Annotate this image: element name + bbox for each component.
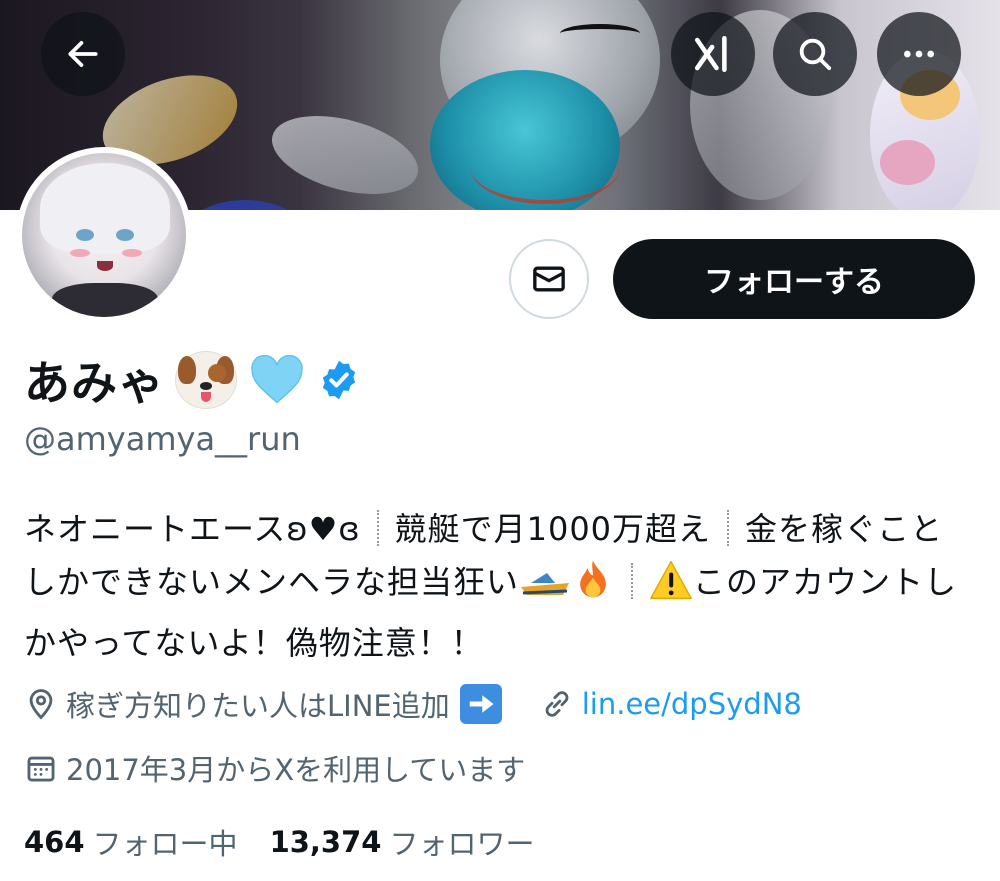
calendar-icon (27, 756, 55, 782)
followers-label: フォロワー (389, 827, 535, 861)
envelope-icon (533, 266, 565, 292)
bio-separator (376, 510, 379, 546)
speedboat-emoji (519, 561, 571, 617)
followers-count: 13,374 (269, 825, 382, 859)
message-button[interactable] (509, 239, 589, 319)
search-icon (799, 38, 832, 71)
link-icon (545, 691, 569, 717)
bio-separator (727, 510, 730, 546)
grok-icon (694, 35, 727, 73)
bio-text: 競艇で月1000万超え (394, 510, 712, 548)
arrow-left-icon (68, 41, 98, 67)
following-count: 464 (24, 825, 85, 859)
fire-emoji (571, 557, 615, 617)
dog-face-emoji (175, 351, 237, 409)
grok-button[interactable] (671, 12, 755, 96)
search-button[interactable] (773, 12, 857, 96)
joined-item: 2017年3月からXを利用しています (24, 747, 525, 789)
joined-text: 2017年3月からXを利用しています (66, 753, 526, 787)
warning-emoji (649, 559, 693, 617)
light-blue-heart-emoji (247, 352, 307, 408)
location-item: 稼ぎ方知りたい人はLINE追加 (24, 683, 502, 725)
profile-bio: ネオニートエースʚ♥ɞ 競艇で月1000万超え 金を稼ぐことしかできないメンヘラな担… (24, 503, 964, 670)
website-item[interactable]: lin.ee/dpSydN8 (540, 687, 802, 721)
following-label: フォロー中 (92, 827, 238, 861)
website-link[interactable]: lin.ee/dpSydN8 (582, 687, 802, 721)
more-horizontal-icon (904, 50, 934, 58)
verified-badge-icon[interactable] (317, 358, 361, 402)
profile-meta-joined: 2017年3月からXを利用しています (24, 748, 525, 788)
bio-text: ネオニートエースʚ♥ɞ (24, 510, 361, 548)
location-pin-icon (29, 689, 53, 720)
profile-meta-location: 稼ぎ方知りたい人はLINE追加 lin.ee/dpSydN8 (24, 684, 802, 724)
following-stat[interactable]: 464 フォロー中 (24, 821, 238, 863)
bio-text: 金を稼 (745, 510, 845, 548)
display-name: あみゃ (24, 356, 165, 410)
follow-stats: 464 フォロー中 13,374 フォロワー (24, 822, 567, 862)
profile-avatar[interactable] (16, 147, 192, 323)
location-text: 稼ぎ方知りたい人はLINE追加 (66, 689, 450, 723)
profile-handle: @amyamya__run (24, 420, 301, 458)
more-button[interactable] (877, 12, 961, 96)
back-button[interactable] (41, 12, 125, 96)
follow-button[interactable]: フォローする (613, 239, 975, 319)
right-arrow-emoji (459, 684, 502, 724)
followers-stat[interactable]: 13,374 フォロワー (270, 821, 535, 863)
bio-separator (631, 563, 634, 599)
name-row: あみゃ (24, 350, 361, 410)
